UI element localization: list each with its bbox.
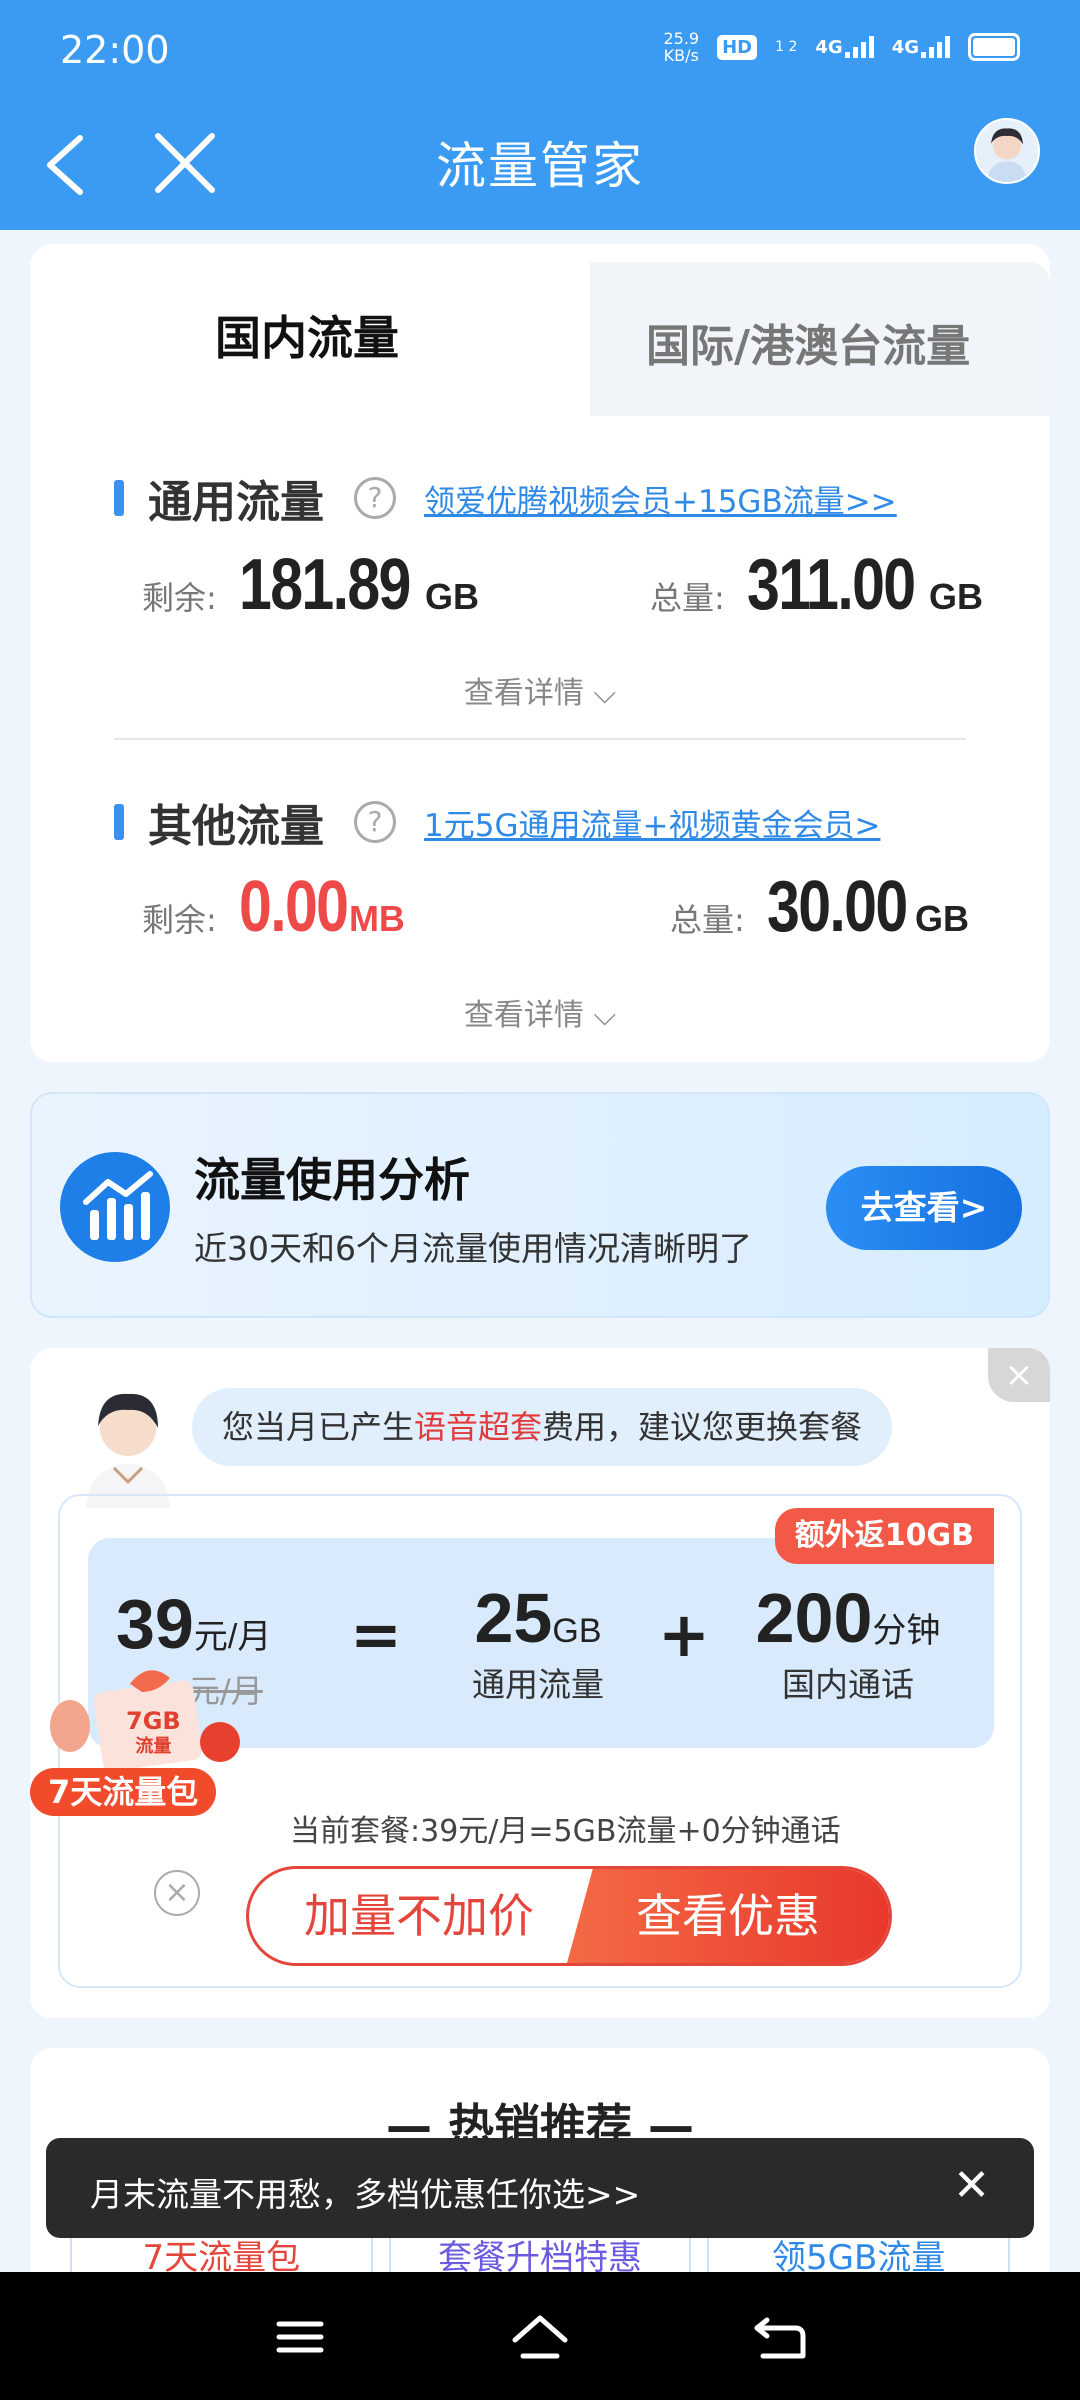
signal-label-1: 4G [815,37,843,58]
bar-chart-icon [60,1152,170,1262]
assistant-figure-icon [86,1393,170,1508]
tab-international[interactable]: 国际/港澳台流量 [550,262,1050,416]
divider [114,738,966,740]
data-pack-floating-badge[interactable]: 7GB 流量 7天流量包 [30,1656,260,1816]
hd-icon: HD [717,34,758,60]
toast-close-icon[interactable]: ✕ [953,2160,990,2211]
other-data-title: 其他流量 [148,801,324,852]
other-data-header: 其他流量 ? 1元5G通用流量+视频黄金会员> [114,790,880,854]
signal-icon-1: 4G [815,36,874,58]
offer-data-value: 25 [474,1579,553,1657]
page-title: 流量管家 [436,137,644,195]
offer-data: 25GB 通用流量 [438,1578,638,1706]
recommendation-bubble: 您当月已产生语音超套费用，建议您更换套餐 [192,1388,893,1466]
bonus-badge: 额外返10GB [774,1508,994,1564]
other-total-value: 30.00 [766,867,908,947]
menu-icon[interactable] [265,2312,335,2362]
general-remaining-value: 181.89 [238,545,411,625]
general-promo-link[interactable]: 领爱优腾视频会员+15GB流量>> [424,476,897,521]
nav-bar: 流量管家 [0,100,1080,230]
general-total: 总量: 311.00 GB [650,544,983,626]
offer-data-unit: GB [552,1612,602,1650]
data-usage-card: 国际/港澳台流量 国内流量 通用流量 ? 领爱优腾视频会员+15GB流量>> 剩… [30,244,1050,1062]
general-remaining-unit: GB [425,576,480,617]
offer-minutes-unit: 分钟 [872,1612,941,1650]
offer-minutes-label: 国内通话 [782,1665,914,1704]
status-bar: 22:00 25.9 KB/s HD 1 2 4G 4G [0,0,1080,100]
network-speed-value: 25.9 [663,29,700,48]
section-marker [114,480,124,516]
plus-sign: + [658,1598,710,1671]
general-detail-link[interactable]: 查看详情 ⌵ [30,668,1050,712]
general-data-header: 通用流量 ? 领爱优腾视频会员+15GB流量>> [114,466,897,530]
status-time: 22:00 [60,28,170,72]
hd-sub: 1 2 [775,39,798,55]
general-total-value: 311.00 [746,545,916,625]
equals-sign: = [350,1598,402,1671]
tab-domestic-label: 国内流量 [215,311,399,365]
status-icons: 25.9 KB/s HD 1 2 4G 4G [663,30,1020,64]
general-data-title: 通用流量 [148,477,324,528]
other-total-unit: GB [914,898,969,939]
assistant-avatar [70,1378,180,1508]
gift-box-label: 流量 [135,1736,172,1757]
network-speed-unit: KB/s [663,46,699,65]
avatar[interactable] [974,118,1040,184]
current-plan-text: 当前套餐:39元/月=5GB流量+0分钟通话 [290,1814,841,1849]
assistant-avatar-icon [987,128,1027,182]
bubble-text-pre: 您当月已产生 [222,1408,415,1446]
other-remaining: 剩余: 0.00 MB [142,866,405,948]
other-remaining-label: 剩余: [142,901,217,939]
analysis-description: 近30天和6个月流量使用情况清晰明了 [194,1229,752,1268]
bubble-text-post: 费用，建议您更换套餐 [542,1408,863,1446]
usage-tabs: 国际/港澳台流量 国内流量 [30,244,1050,416]
usage-analysis-card[interactable]: 流量使用分析 近30天和6个月流量使用情况清晰明了 去查看> [30,1092,1050,1318]
toast-text[interactable]: 月末流量不用愁，多档优惠任你选>> [90,2168,640,2216]
general-remaining-label: 剩余: [142,579,217,617]
offer-minutes-value: 200 [755,1579,873,1657]
general-total-label: 总量: [650,579,725,617]
view-analysis-button[interactable]: 去查看> [826,1166,1022,1250]
close-recommendation-button[interactable]: × [988,1348,1050,1402]
analysis-title: 流量使用分析 [194,1153,470,1207]
other-remaining-value: 0.00 [238,867,349,947]
hd-label: HD [722,36,753,58]
offer-minutes: 200分钟 国内通话 [738,1578,958,1706]
other-promo-link[interactable]: 1元5G通用流量+视频黄金会员> [424,800,880,845]
cta-left-label: 加量不加价 [304,1889,534,1943]
dismiss-icon[interactable]: × [154,1870,200,1916]
signal-icon-2: 4G [892,36,950,58]
tab-domestic[interactable]: 国内流量 [30,244,590,416]
data-pack-label: 7天流量包 [30,1768,217,1816]
other-total: 总量: 30.00 GB [670,866,969,948]
system-nav-bar [0,2272,1080,2400]
offer-data-label: 通用流量 [472,1665,604,1704]
gift-box-size: 7GB [126,1707,181,1735]
battery-icon [968,33,1020,61]
network-speed: 25.9 KB/s [663,30,699,64]
other-total-label: 总量: [670,901,745,939]
back-nav-icon[interactable] [745,2312,815,2362]
tab-international-label: 国际/港澳台流量 [646,321,971,372]
section-marker [114,804,124,840]
general-remaining: 剩余: 181.89 GB [142,544,479,626]
gift-box-text: 7GB 流量 [126,1708,181,1760]
general-total-unit: GB [929,576,984,617]
bubble-highlight: 语音超套 [414,1408,543,1446]
promo-toast[interactable]: 月末流量不用愁，多档优惠任你选>> ✕ [46,2138,1034,2238]
view-offer-button[interactable]: 查看优惠 [567,1869,889,1963]
help-icon[interactable]: ? [354,477,396,519]
home-icon[interactable] [505,2312,575,2362]
signal-label-2: 4G [891,37,919,58]
other-detail-link[interactable]: 查看详情 ⌵ [30,990,1050,1034]
upgrade-cta[interactable]: 加量不加价 查看优惠 [246,1866,892,1966]
help-icon[interactable]: ? [354,801,396,843]
other-remaining-unit: MB [348,898,405,939]
